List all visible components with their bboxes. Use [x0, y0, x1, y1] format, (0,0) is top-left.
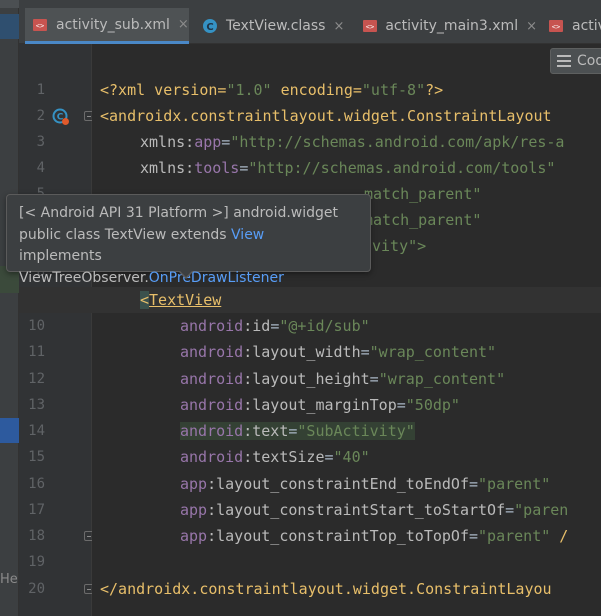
code-line-14: android:text="SubActivity"	[180, 422, 415, 440]
code-editor[interactable]: <?xml version="1.0" encoding="utf-8"?> <…	[19, 44, 601, 616]
line-number: 19	[28, 554, 45, 570]
tooltip-line-1: [< Android API 31 Platform >] android.wi…	[19, 205, 339, 221]
tab-activity-sub-xml[interactable]: <> activity_sub.xml ×	[25, 8, 189, 44]
close-icon[interactable]: ×	[333, 19, 344, 34]
code-line-7-fragment: vity">	[372, 237, 427, 255]
line-number: 16	[28, 476, 45, 492]
code-line-5-fragment: match_parent"	[364, 185, 482, 203]
xml-file-icon: <>	[361, 17, 378, 35]
line-number-gutter: 1 2 3 4 5 6 7 8 9 10 11 12 13 14 15 16 1…	[19, 44, 94, 616]
svg-text:<>: <>	[365, 23, 373, 31]
class-file-icon: C	[201, 17, 219, 35]
panel-top-bar	[0, 0, 19, 8]
quick-documentation-tooltip: [< Android API 31 Platform >] android.wi…	[6, 194, 371, 286]
line-number: 14	[28, 423, 45, 439]
code-view-button[interactable]: Code	[550, 48, 601, 74]
line-number: 3	[36, 134, 45, 150]
code-line-2: <androidx.constraintlayout.widget.Constr…	[100, 107, 552, 125]
tooltip-line-3: implements ViewTreeObserver.OnPreDrawLis…	[19, 248, 284, 286]
code-line-18: app:layout_constraintTop_toTopOf="parent…	[180, 527, 569, 545]
line-number: 18	[28, 528, 45, 544]
tab-label: TextView.class	[226, 18, 326, 34]
tooltip-arrow	[178, 270, 194, 279]
tab-activity-partial[interactable]: <> activi	[541, 8, 601, 44]
tab-label: activity_sub.xml	[56, 16, 170, 33]
code-line-4: xmlns:tools="http://schemas.android.com/…	[140, 159, 556, 177]
line-number: 11	[28, 344, 45, 360]
onpredrawlistener-link[interactable]: OnPreDrawListener	[149, 270, 284, 286]
svg-text:C: C	[206, 22, 213, 33]
code-line-15: android:textSize="40"	[180, 448, 370, 466]
line-number: 17	[28, 502, 45, 518]
code-line-1: <?xml version="1.0" encoding="utf-8"?>	[100, 81, 444, 99]
line-number: 1	[36, 82, 45, 98]
tooltip-line-2: public class TextView extends View	[19, 226, 265, 243]
tab-textview-class[interactable]: C TextView.class ×	[195, 8, 351, 44]
svg-text:<>: <>	[552, 23, 560, 31]
code-line-11: android:layout_width="wrap_content"	[180, 343, 497, 361]
code-line-20: </androidx.constraintlayout.widget.Const…	[100, 580, 552, 598]
view-class-link[interactable]: View	[231, 227, 264, 243]
line-number: 20	[28, 581, 45, 597]
android-component-icon[interactable]: C	[52, 108, 70, 126]
line-number: 15	[28, 449, 45, 465]
panel-selection[interactable]	[0, 14, 19, 39]
code-line-13: android:layout_marginTop="50dp"	[180, 396, 460, 414]
project-panel-strip: Hell	[0, 0, 25, 616]
tab-label: activity_main3.xml	[385, 18, 519, 34]
lines-icon	[557, 55, 571, 67]
textview-tag-link[interactable]: TextView	[149, 291, 221, 309]
editor-tab-bar: <> activity_sub.xml × C TextView.class ×…	[19, 0, 601, 44]
line-number: 4	[36, 160, 45, 176]
line-number: 12	[28, 371, 45, 387]
xml-file-icon: <>	[31, 16, 49, 34]
code-line-16: app:layout_constraintEnd_toEndOf="parent…	[180, 475, 551, 493]
code-line-10: android:id="@+id/sub"	[180, 317, 370, 335]
close-icon[interactable]: ×	[526, 19, 537, 34]
code-view-label: Code	[577, 53, 601, 69]
code-line-6-fragment: match_parent"	[364, 211, 482, 229]
tab-label: activi	[572, 18, 601, 34]
line-number: 13	[28, 397, 45, 413]
panel-selected-item[interactable]	[0, 418, 19, 443]
code-line-9: <TextView	[140, 291, 222, 309]
xml-file-icon: <>	[547, 17, 565, 35]
code-line-12: android:layout_height="wrap_content"	[180, 370, 506, 388]
code-line-3: xmlns:app="http://schemas.android.com/ap…	[140, 133, 565, 151]
close-icon[interactable]: ×	[178, 17, 189, 32]
line-number: 10	[28, 318, 45, 334]
svg-text:<>: <>	[36, 22, 44, 30]
current-line-highlight	[19, 287, 601, 313]
code-line-17: app:layout_constraintStart_toStartOf="pa…	[180, 501, 569, 519]
line-number: 2	[36, 108, 45, 124]
tab-activity-main3-xml[interactable]: <> activity_main3.xml ×	[355, 8, 537, 44]
